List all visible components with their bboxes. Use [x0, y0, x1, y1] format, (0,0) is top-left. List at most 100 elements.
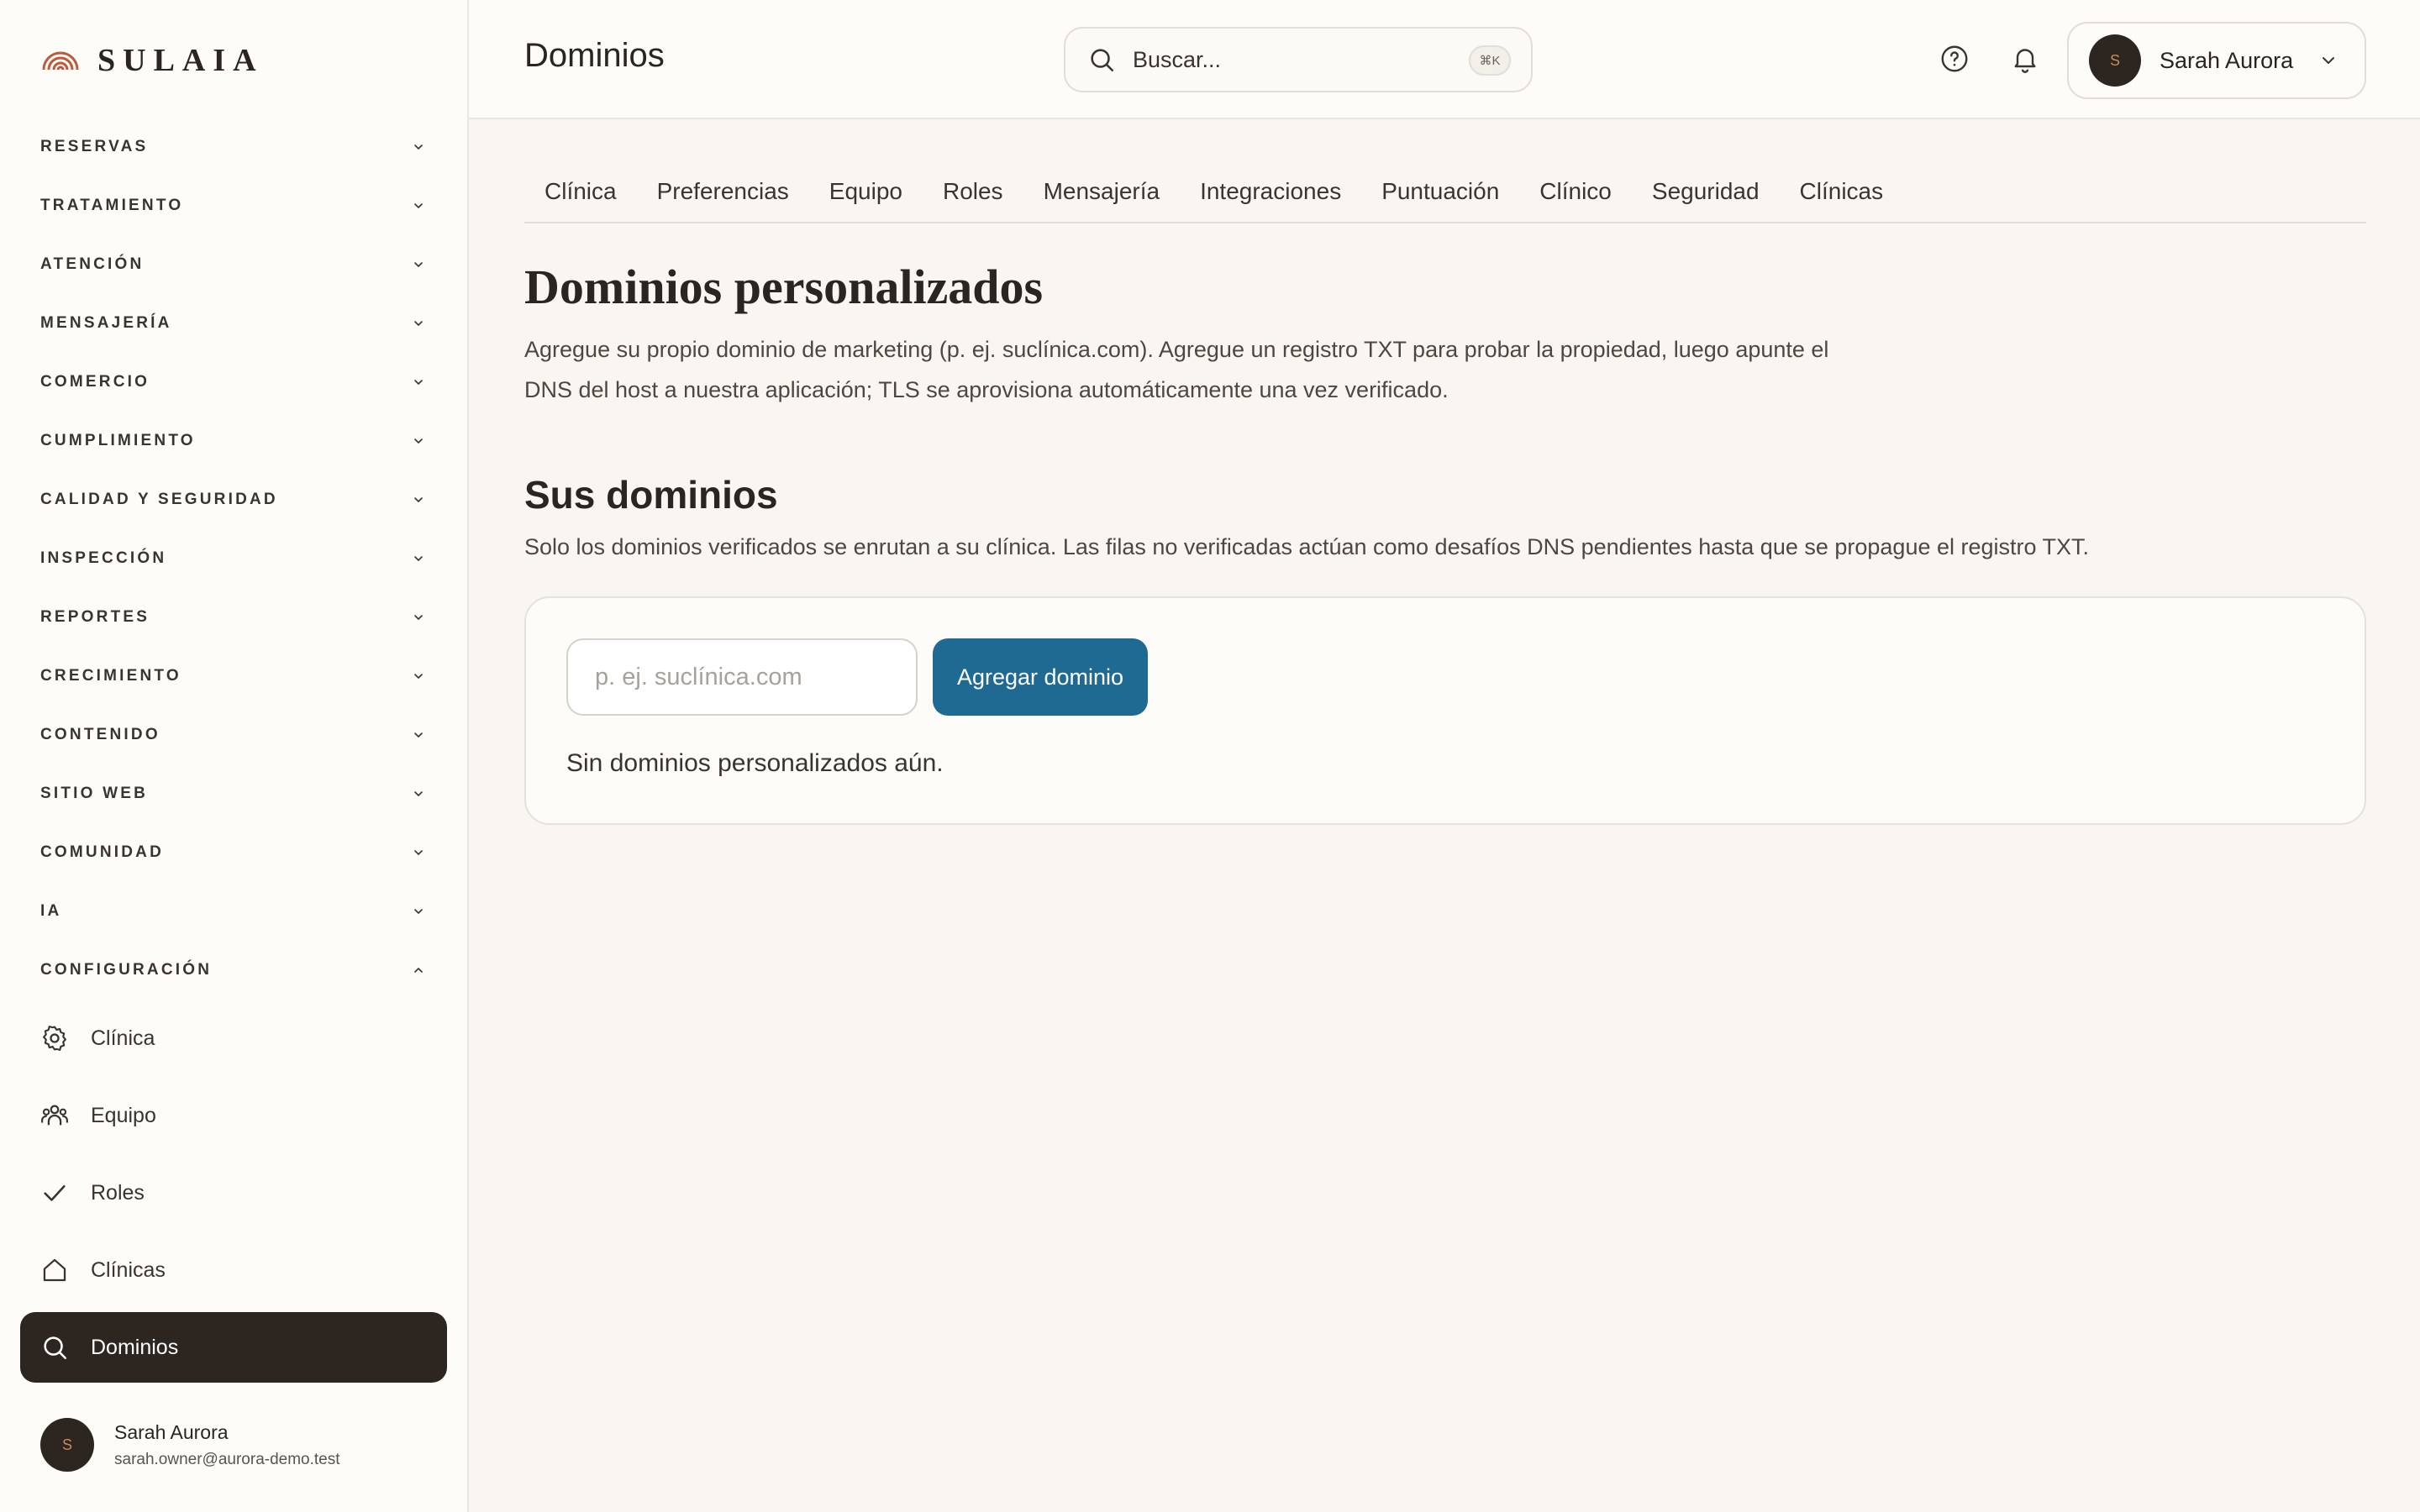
sidebar-nav: RESERVAS TRATAMIENTO ATENCIÓN MENSAJERÍA COM…: [0, 118, 467, 1383]
sidebar-section-crecimiento[interactable]: CRECIMIENTO: [0, 647, 467, 706]
sidebar-section-label: REPORTES: [40, 608, 150, 626]
chevron-down-icon: [2323, 57, 2335, 64]
sidebar-section-label: CUMPLIMIENTO: [40, 432, 196, 449]
tab-preferencias[interactable]: Preferencias: [637, 168, 809, 215]
chevron-down-icon: [414, 850, 423, 855]
page-title: Dominios: [524, 37, 665, 74]
tab-clínico[interactable]: Clínico: [1519, 168, 1632, 215]
user-menu-name: Sarah Aurora: [2160, 47, 2294, 73]
sidebar-section-label: RESERVAS: [40, 138, 149, 155]
chevron-down-icon: [414, 791, 423, 796]
notifications-button[interactable]: [2008, 42, 2042, 76]
sidebar-item-label: Equipo: [91, 1103, 156, 1127]
sidebar-item-roles[interactable]: Roles: [0, 1154, 467, 1231]
user-email: sarah.owner@aurora-demo.test: [114, 1450, 340, 1468]
sidebar-item-equipo[interactable]: Equipo: [0, 1077, 467, 1154]
sidebar-section-label: MENSAJERÍA: [40, 314, 172, 332]
rainbow-arch-logo-icon: [42, 51, 79, 71]
sidebar-section-ia[interactable]: IA: [0, 882, 467, 941]
sidebar-item-label: Clínica: [91, 1026, 155, 1050]
check-icon: [40, 1179, 69, 1207]
avatar: S: [2089, 34, 2141, 87]
tab-integraciones[interactable]: Integraciones: [1180, 168, 1361, 215]
user-menu-button[interactable]: S Sarah Aurora: [2067, 22, 2366, 99]
sidebar-section-reportes[interactable]: REPORTES: [0, 588, 467, 647]
chevron-down-icon: [414, 321, 423, 326]
home-icon: [40, 1256, 69, 1284]
tab-equipo[interactable]: Equipo: [809, 168, 923, 215]
chevron-up-icon: [414, 968, 423, 973]
team-icon: [40, 1101, 69, 1130]
domains-card: Agregar dominio Sin dominios personaliza…: [524, 596, 2366, 825]
sidebar-section-mensajería[interactable]: MENSAJERÍA: [0, 294, 467, 353]
sidebar-item-clínicas[interactable]: Clínicas: [0, 1231, 467, 1309]
bell-icon: [2014, 49, 2036, 73]
search-placeholder: Buscar...: [1133, 46, 1222, 72]
domain-input[interactable]: [566, 638, 918, 716]
sidebar-section-calidad-y-seguridad[interactable]: CALIDAD Y SEGURIDAD: [0, 470, 467, 529]
chevron-down-icon: [414, 203, 423, 208]
sidebar-section-label: TRATAMIENTO: [40, 197, 184, 214]
sidebar-section-atención[interactable]: ATENCIÓN: [0, 235, 467, 294]
sidebar-section-inspección[interactable]: INSPECCIÓN: [0, 529, 467, 588]
tab-roles[interactable]: Roles: [923, 168, 1023, 215]
domains-description: Solo los dominios verificados se enrutan…: [524, 534, 2090, 559]
sidebar-section-label: ATENCIÓN: [40, 255, 145, 273]
sidebar-item-label: Clínicas: [91, 1257, 166, 1282]
sidebar-section-label: SITIO WEB: [40, 785, 149, 802]
sidebar-item-label: Roles: [91, 1180, 145, 1205]
tab-clínicas[interactable]: Clínicas: [1780, 168, 1904, 215]
chevron-down-icon: [414, 909, 423, 914]
top-header: Dominios Buscar... ⌘K S Sarah Aurora: [469, 0, 2420, 119]
brand-name: SULAIA: [97, 43, 264, 78]
empty-state-text: Sin dominios personalizados aún.: [566, 749, 944, 777]
domains-heading: Sus dominios: [524, 473, 778, 517]
sidebar-section-label: CONFIGURACIÓN: [40, 961, 213, 979]
sidebar-section-label: INSPECCIÓN: [40, 549, 167, 567]
sidebar-user[interactable]: S Sarah Aurora sarah.owner@aurora-demo.t…: [40, 1418, 340, 1472]
sidebar-section-label: CRECIMIENTO: [40, 667, 182, 685]
chevron-down-icon: [414, 144, 423, 150]
help-button[interactable]: [1938, 42, 1971, 76]
sidebar-section-label: COMERCIO: [40, 373, 150, 391]
sidebar: SULAIA RESERVAS TRATAMIENTO ATENCIÓN MENSAJ…: [0, 0, 469, 1512]
chevron-down-icon: [414, 438, 423, 444]
add-domain-button[interactable]: Agregar dominio: [933, 638, 1148, 716]
sidebar-section-label: COMUNIDAD: [40, 843, 165, 861]
sidebar-section-sitio-web[interactable]: SITIO WEB: [0, 764, 467, 823]
settings-tabs: Clínica Preferencias Equipo Roles Mensajería…: [524, 168, 2366, 223]
tab-puntuación[interactable]: Puntuación: [1361, 168, 1519, 215]
sidebar-section-cumplimiento[interactable]: CUMPLIMIENTO: [0, 412, 467, 470]
sidebar-section-label: CONTENIDO: [40, 726, 160, 743]
gear-icon: [40, 1024, 69, 1053]
search-shortcut-badge: ⌘K: [1469, 45, 1511, 76]
search-box[interactable]: Buscar... ⌘K: [1064, 27, 1533, 92]
chevron-down-icon: [414, 262, 423, 267]
sidebar-section-configuración[interactable]: CONFIGURACIÓN: [0, 941, 467, 1000]
sidebar-section-contenido[interactable]: CONTENIDO: [0, 706, 467, 764]
sidebar-item-label: Dominios: [91, 1335, 179, 1359]
sidebar-section-label: CALIDAD Y SEGURIDAD: [40, 491, 278, 508]
sidebar-section-tratamiento[interactable]: TRATAMIENTO: [0, 176, 467, 235]
tab-mensajería[interactable]: Mensajería: [1023, 168, 1181, 215]
search-icon: [1091, 49, 1114, 72]
search-icon: [40, 1333, 69, 1362]
sidebar-section-comercio[interactable]: COMERCIO: [0, 353, 467, 412]
sidebar-item-dominios[interactable]: Dominios: [20, 1312, 447, 1383]
sidebar-section-reservas[interactable]: RESERVAS: [0, 118, 467, 176]
avatar: S: [40, 1418, 94, 1472]
chevron-down-icon: [414, 556, 423, 561]
chevron-down-icon: [414, 674, 423, 679]
tab-clínica[interactable]: Clínica: [524, 168, 637, 215]
tab-seguridad[interactable]: Seguridad: [1632, 168, 1780, 215]
app-root: SULAIA RESERVAS TRATAMIENTO ATENCIÓN MENSAJ…: [0, 0, 2420, 1512]
user-name: Sarah Aurora: [114, 1420, 229, 1443]
sidebar-section-label: IA: [40, 902, 62, 920]
brand[interactable]: SULAIA: [40, 42, 264, 79]
section-description: Agregue su propio dominio de marketing (…: [524, 337, 1829, 402]
sidebar-section-comunidad[interactable]: COMUNIDAD: [0, 823, 467, 882]
sidebar-item-clínica[interactable]: Clínica: [0, 1000, 467, 1077]
help-circle-icon: [1941, 45, 1968, 72]
section-heading: Dominios personalizados: [524, 260, 1044, 314]
chevron-down-icon: [414, 380, 423, 385]
